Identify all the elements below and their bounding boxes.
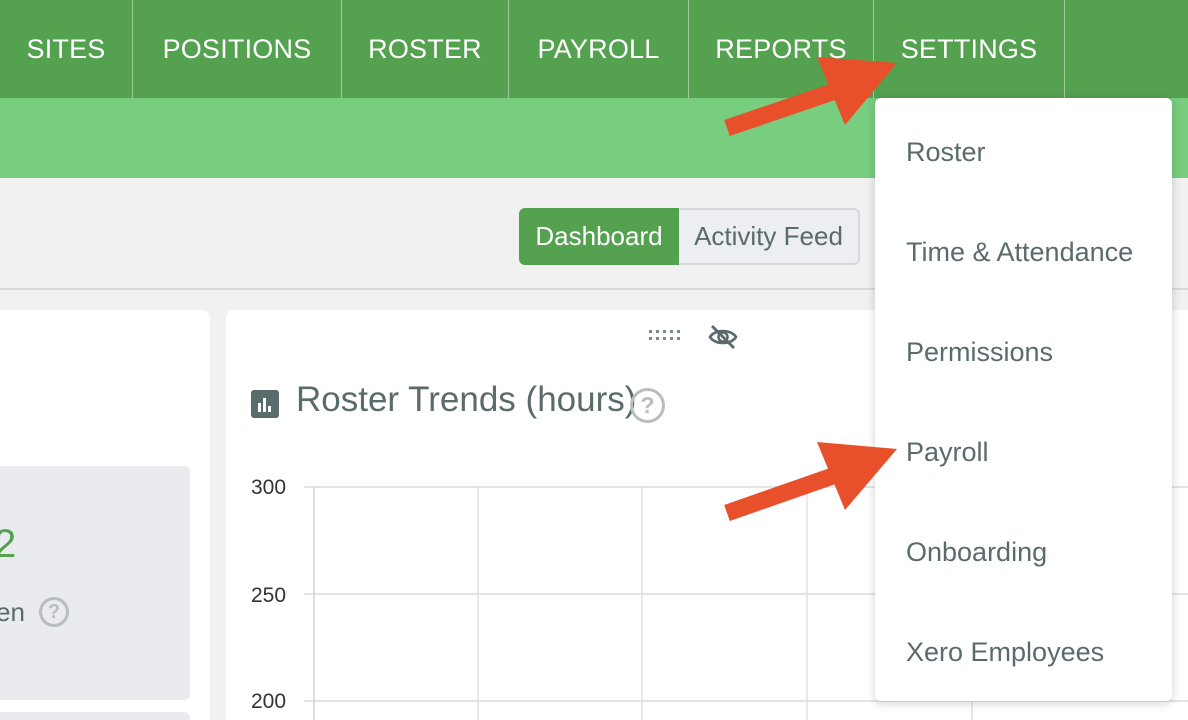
menu-item-roster[interactable]: Roster	[906, 137, 986, 168]
y-tick-label: 200	[251, 690, 287, 713]
stat-label: en	[0, 597, 25, 627]
menu-item-payroll[interactable]: Payroll	[906, 437, 989, 468]
top-navigation: SITES POSITIONS ROSTER PAYROLL REPORTS S…	[0, 0, 1188, 98]
menu-item-onboarding[interactable]: Onboarding	[906, 537, 1047, 568]
stat-tile	[0, 712, 190, 720]
nav-roster[interactable]: ROSTER	[342, 0, 508, 98]
nav-positions[interactable]: POSITIONS	[133, 0, 341, 98]
menu-item-xero-employees[interactable]: Xero Employees	[906, 637, 1104, 668]
nav-payroll[interactable]: PAYROLL	[509, 0, 688, 98]
menu-item-permissions[interactable]: Permissions	[906, 337, 1053, 368]
drag-handle-icon[interactable]	[649, 328, 685, 342]
eye-slash-icon[interactable]	[707, 323, 739, 351]
nav-settings[interactable]: SETTINGS	[874, 0, 1064, 98]
bar-chart-icon	[251, 390, 279, 418]
question-circle-icon[interactable]: ?	[630, 388, 665, 423]
nav-reports[interactable]: REPORTS	[689, 0, 873, 98]
y-tick-label: 250	[251, 584, 287, 607]
settings-dropdown-menu	[875, 98, 1172, 701]
widget-title: Roster Trends (hours)	[296, 380, 637, 419]
question-circle-icon[interactable]: ?	[39, 597, 69, 627]
stat-value: 2	[0, 522, 17, 566]
nav-sites[interactable]: SITES	[0, 0, 132, 98]
stat-tile	[0, 466, 190, 700]
nav-divider	[1064, 0, 1065, 98]
menu-item-time-attendance[interactable]: Time & Attendance	[906, 237, 1133, 268]
activity-feed-tab[interactable]: Activity Feed	[679, 208, 860, 265]
dashboard-tab[interactable]: Dashboard	[519, 208, 679, 265]
y-tick-label: 300	[251, 476, 287, 499]
